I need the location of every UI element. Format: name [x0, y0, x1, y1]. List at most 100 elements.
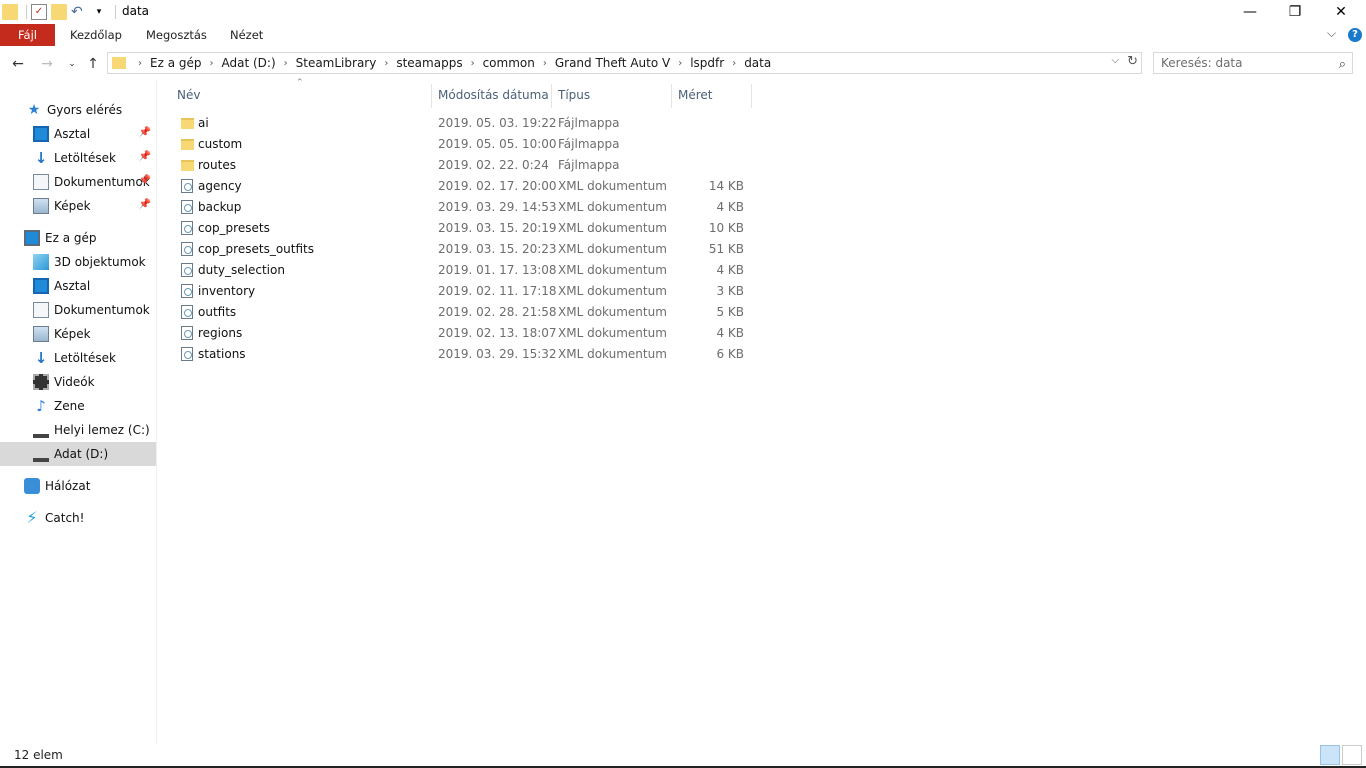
pin-icon[interactable]: 📌: [139, 199, 151, 210]
nav-this-pc[interactable]: Ez a gép: [0, 226, 156, 250]
file-date: 2019. 02. 28. 21:58: [438, 305, 557, 319]
pin-icon[interactable]: 📌: [139, 151, 151, 162]
properties-icon[interactable]: ✓: [31, 4, 47, 20]
breadcrumb-this-pc[interactable]: Ez a gép: [150, 56, 201, 70]
folder-icon: [2, 4, 18, 20]
chevron-down-icon[interactable]: ⌵: [1111, 55, 1119, 66]
chevron-right-icon[interactable]: ›: [471, 58, 475, 69]
tab-share[interactable]: Megosztás: [146, 24, 207, 46]
nav-3d-objects[interactable]: 3D objektumok: [0, 250, 156, 274]
file-name: backup: [198, 200, 242, 214]
nav-music[interactable]: ♪ Zene: [0, 394, 156, 418]
chevron-right-icon[interactable]: ›: [732, 58, 736, 69]
chevron-right-icon[interactable]: ›: [138, 58, 142, 69]
breadcrumb-steamlibrary[interactable]: SteamLibrary: [296, 56, 377, 70]
breadcrumb-common[interactable]: common: [483, 56, 535, 70]
file-row[interactable]: backup 2019. 03. 29. 14:53 XML dokumentum 4…: [176, 197, 752, 218]
nav-label: Asztal: [54, 279, 91, 293]
column-divider[interactable]: [751, 84, 752, 108]
up-button[interactable]: ↑: [83, 55, 103, 73]
nav-quick-documents[interactable]: Dokumentumok 📌: [0, 170, 156, 194]
file-date: 2019. 03. 29. 14:53: [438, 200, 557, 214]
forward-button[interactable]: →: [37, 55, 57, 73]
new-folder-icon[interactable]: [51, 4, 67, 20]
file-row[interactable]: routes 2019. 02. 22. 0:24 Fájlmappa: [176, 155, 752, 176]
close-button[interactable]: ✕: [1318, 0, 1364, 24]
breadcrumb-drive-d[interactable]: Adat (D:): [221, 56, 275, 70]
expand-ribbon-icon[interactable]: ⌵: [1327, 26, 1336, 41]
nav-documents[interactable]: Dokumentumok: [0, 298, 156, 322]
file-row[interactable]: outfits 2019. 02. 28. 21:58 XML dokumentum…: [176, 302, 752, 323]
customize-toolbar-icon[interactable]: ▾: [91, 4, 107, 20]
tab-view[interactable]: Nézet: [230, 24, 263, 46]
column-divider[interactable]: [431, 84, 432, 108]
chevron-right-icon[interactable]: ›: [678, 58, 682, 69]
chevron-right-icon[interactable]: ›: [543, 58, 547, 69]
file-row[interactable]: stations 2019. 03. 29. 15:32 XML dokumentu…: [176, 344, 752, 365]
file-row[interactable]: duty_selection 2019. 01. 17. 13:08 XML dok…: [176, 260, 752, 281]
music-icon: ♪: [36, 397, 46, 415]
column-header-type[interactable]: Típus: [558, 88, 590, 110]
file-row[interactable]: ai 2019. 05. 03. 19:22 Fájlmappa: [176, 113, 752, 134]
large-icons-view-button[interactable]: [1342, 745, 1362, 765]
column-divider[interactable]: [551, 84, 552, 108]
file-type: XML dokumentum: [558, 305, 667, 319]
pin-icon[interactable]: 📌: [139, 127, 151, 138]
file-date: 2019. 05. 05. 10:00: [438, 137, 557, 151]
nav-catch[interactable]: ⚡ Catch!: [0, 506, 156, 530]
file-row[interactable]: regions 2019. 02. 13. 18:07 XML dokumentum…: [176, 323, 752, 344]
pictures-icon: [33, 198, 49, 214]
column-header-size[interactable]: Méret: [678, 88, 713, 110]
nav-quick-pictures[interactable]: Képek 📌: [0, 194, 156, 218]
network-icon: [24, 478, 40, 494]
file-row[interactable]: custom 2019. 05. 05. 10:00 Fájlmappa: [176, 134, 752, 155]
search-input[interactable]: Keresés: data ⌕: [1153, 52, 1353, 74]
chevron-right-icon[interactable]: ›: [284, 58, 288, 69]
desktop-icon: [33, 278, 49, 294]
nav-downloads[interactable]: ↓ Letöltések: [0, 346, 156, 370]
nav-drive-d[interactable]: Adat (D:): [0, 442, 156, 466]
pin-icon[interactable]: 📌: [139, 175, 151, 186]
address-bar[interactable]: › Ez a gép › Adat (D:) › SteamLibrary › stea…: [107, 52, 1142, 74]
nav-quick-downloads[interactable]: ↓ Letöltések 📌: [0, 146, 156, 170]
column-divider[interactable]: [671, 84, 672, 108]
file-type: XML dokumentum: [558, 263, 667, 277]
restore-button[interactable]: ❐: [1272, 0, 1318, 24]
nav-quick-desktop[interactable]: Asztal 📌: [0, 122, 156, 146]
details-view-button[interactable]: [1320, 745, 1340, 765]
nav-desktop[interactable]: Asztal: [0, 274, 156, 298]
help-icon[interactable]: ?: [1348, 28, 1362, 42]
back-button[interactable]: ←: [8, 55, 28, 73]
column-header-date[interactable]: Módosítás dátuma: [438, 88, 549, 110]
tab-home[interactable]: Kezdőlap: [70, 24, 122, 46]
file-row[interactable]: inventory 2019. 02. 11. 17:18 XML dokument…: [176, 281, 752, 302]
nav-drive-c[interactable]: Helyi lemez (C:): [0, 418, 156, 442]
file-name: outfits: [198, 305, 237, 319]
file-date: 2019. 03. 15. 20:19: [438, 221, 557, 235]
divider: [115, 5, 116, 19]
tab-file[interactable]: Fájl: [0, 24, 55, 46]
nav-videos[interactable]: Videók: [0, 370, 156, 394]
nav-quick-access[interactable]: ★ Gyors elérés: [0, 98, 156, 122]
file-size: 3 KB: [716, 284, 744, 298]
breadcrumb-lspdfr[interactable]: lspdfr: [690, 56, 724, 70]
file-row[interactable]: agency 2019. 02. 17. 20:00 XML dokumentum 1…: [176, 176, 752, 197]
file-size: 4 KB: [716, 200, 744, 214]
minimize-button[interactable]: —: [1227, 0, 1273, 24]
nav-network[interactable]: Hálózat: [0, 474, 156, 498]
breadcrumb-gta-v[interactable]: Grand Theft Auto V: [555, 56, 670, 70]
refresh-icon[interactable]: ↻: [1127, 54, 1138, 69]
recent-locations-button[interactable]: ⌄: [62, 55, 82, 73]
chevron-right-icon[interactable]: ›: [209, 58, 213, 69]
column-header-name[interactable]: Név: [177, 88, 200, 110]
nav-label: Gyors elérés: [47, 103, 123, 117]
undo-icon[interactable]: ↶: [71, 4, 87, 20]
nav-pictures[interactable]: Képek: [0, 322, 156, 346]
breadcrumb-steamapps[interactable]: steamapps: [396, 56, 462, 70]
file-row[interactable]: cop_presets 2019. 03. 15. 20:19 XML dokume…: [176, 218, 752, 239]
breadcrumb-data[interactable]: data: [744, 56, 771, 70]
file-size: 4 KB: [716, 326, 744, 340]
file-name: routes: [198, 158, 236, 172]
file-row[interactable]: cop_presets_outfits 2019. 03. 15. 20:23 XM…: [176, 239, 752, 260]
chevron-right-icon[interactable]: ›: [384, 58, 388, 69]
